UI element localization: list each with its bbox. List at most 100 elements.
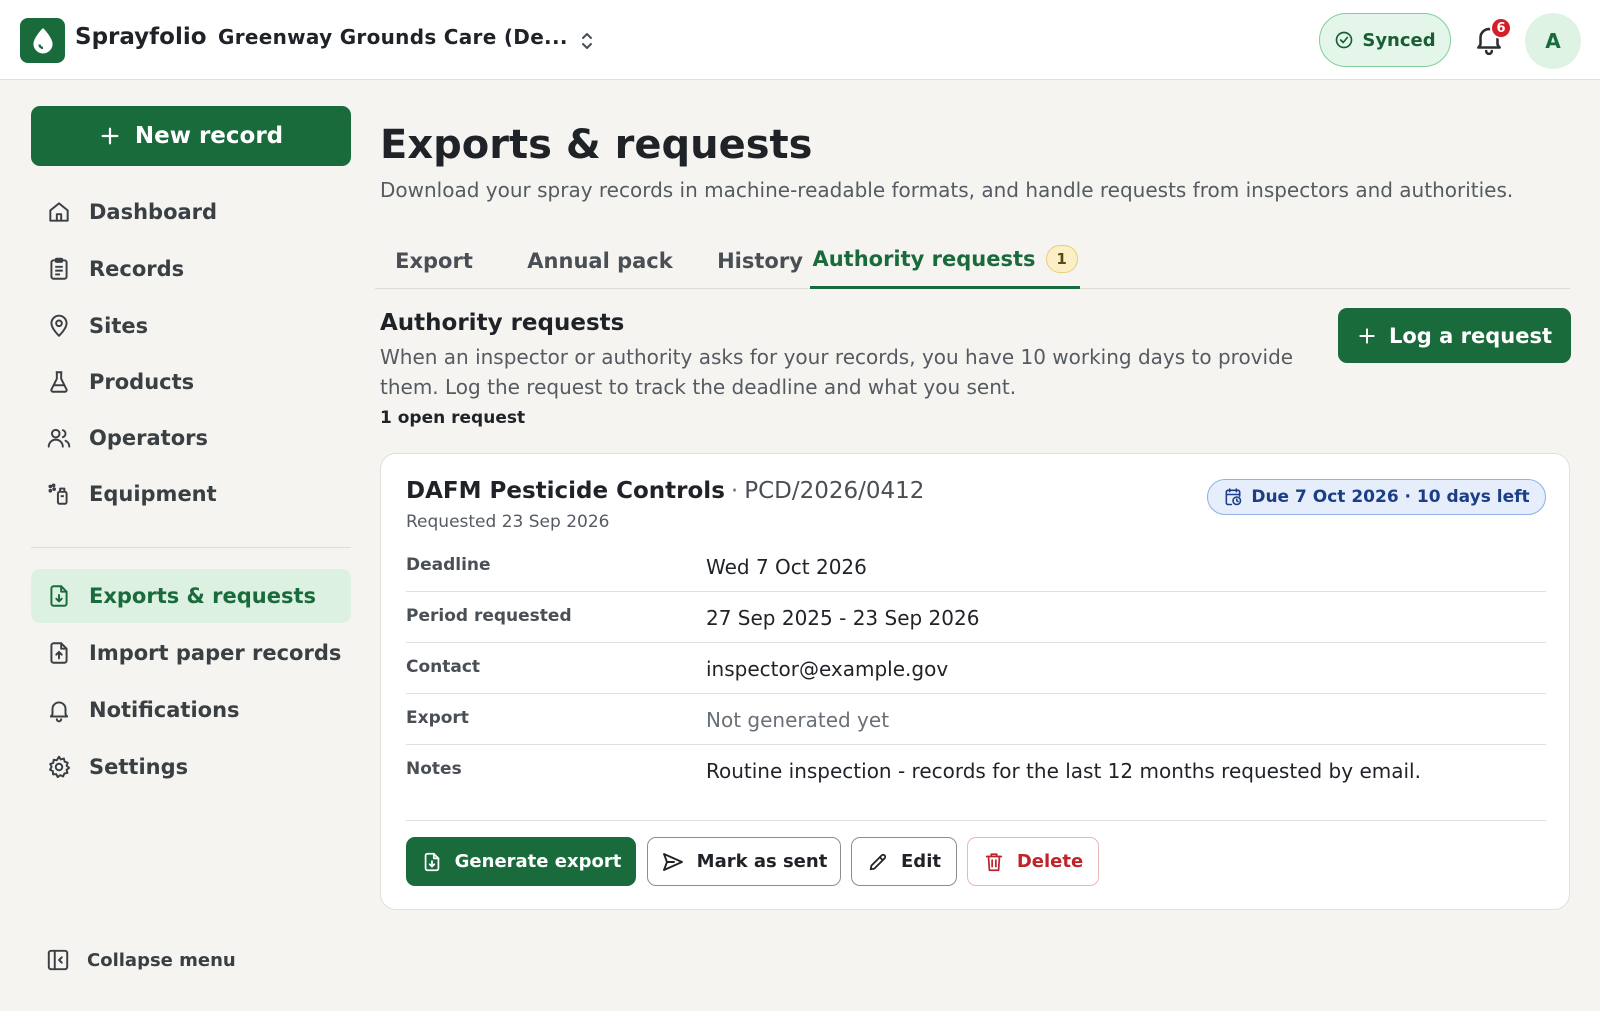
map-pin-icon <box>50 314 68 337</box>
sidebar-item-label: Notifications <box>89 698 240 722</box>
section-description: When an inspector or authority asks for … <box>380 345 1294 399</box>
sidebar-item-import-paper-records[interactable]: Import paper records <box>31 626 351 680</box>
sync-status-label: Synced <box>1362 29 1436 51</box>
detail-value: 27 Sep 2025 - 23 Sep 2026 <box>706 606 980 630</box>
collapse-menu-button[interactable]: Collapse menu <box>31 940 351 980</box>
sidebar-divider <box>31 547 351 548</box>
edit-button[interactable]: Edit <box>851 837 957 886</box>
sidebar-item-exports-requests[interactable]: Exports & requests <box>31 569 351 623</box>
tab-label: Authority requests <box>812 247 1036 271</box>
sidebar-item-notifications[interactable]: Notifications <box>31 683 351 737</box>
top-bar: Sprayfolio Greenway Grounds Care (De... … <box>0 0 1600 80</box>
detail-row-notes: Notes Routine inspection - records for t… <box>406 745 1546 796</box>
sidebar-item-settings[interactable]: Settings <box>31 740 351 794</box>
sidebar-item-label: Import paper records <box>89 641 342 665</box>
plus-icon <box>1359 327 1375 344</box>
send-icon <box>662 852 683 871</box>
tab-history[interactable]: History <box>700 232 820 289</box>
detail-row-export: Export Not generated yet <box>406 694 1546 745</box>
file-download-icon <box>50 585 68 607</box>
sidebar-collapse-icon <box>47 949 69 971</box>
bell-icon <box>49 701 69 723</box>
detail-row-deadline: Deadline Wed 7 Oct 2026 <box>406 541 1546 592</box>
notification-count-badge: 6 <box>1490 17 1512 39</box>
org-switcher-label[interactable]: Greenway Grounds Care (De... <box>218 25 568 49</box>
collapse-menu-label: Collapse menu <box>87 949 236 971</box>
delete-label: Delete <box>1016 851 1084 872</box>
pencil-icon <box>869 853 887 870</box>
detail-value: inspector@example.gov <box>706 657 949 681</box>
request-heading: DAFM Pesticide Controls · PCD/2026/0412 <box>406 478 924 504</box>
request-details: Deadline Wed 7 Oct 2026 Period requested… <box>406 541 1546 796</box>
detail-row-period: Period requested 27 Sep 2025 - 23 Sep 20… <box>406 592 1546 643</box>
sidebar-item-operators[interactable]: Operators <box>31 411 351 465</box>
sync-status-pill[interactable]: Synced <box>1319 13 1451 67</box>
sidebar-item-products[interactable]: Products <box>31 355 351 409</box>
brand-name: Sprayfolio <box>75 24 207 50</box>
sidebar-item-label: Sites <box>89 314 149 338</box>
file-upload-icon <box>50 642 68 664</box>
log-request-label: Log a request <box>1389 323 1552 348</box>
tab-bar: Export Annual pack History Authority req… <box>375 232 1570 289</box>
new-record-button[interactable]: New record <box>31 106 351 166</box>
detail-label: Export <box>406 708 469 728</box>
section-title: Authority requests <box>380 310 625 336</box>
detail-label: Period requested <box>406 606 572 626</box>
tab-count-badge: 1 <box>1045 245 1078 273</box>
detail-value: Not generated yet <box>706 708 890 732</box>
clipboard-icon <box>50 257 68 280</box>
request-authority: DAFM Pesticide Controls <box>406 478 725 504</box>
sidebar-item-equipment[interactable]: Equipment <box>31 467 351 521</box>
request-date: Requested 23 Sep 2026 <box>406 512 610 532</box>
sidebar-item-label: Dashboard <box>89 200 218 224</box>
request-reference: PCD/2026/0412 <box>744 478 925 504</box>
page-subtitle: Download your spray records in machine-r… <box>380 178 1514 202</box>
sidebar-item-label: Exports & requests <box>89 584 317 608</box>
detail-label: Notes <box>406 759 462 779</box>
due-badge-label: Due 7 Oct 2026 · 10 days left <box>1251 487 1530 507</box>
sidebar-item-dashboard[interactable]: Dashboard <box>31 185 351 239</box>
detail-value: Routine inspection - records for the las… <box>706 759 1421 783</box>
sidebar-item-label: Records <box>89 257 185 281</box>
tab-label: History <box>717 248 803 273</box>
detail-value: Wed 7 Oct 2026 <box>706 555 867 579</box>
mark-as-sent-button[interactable]: Mark as sent <box>647 837 841 886</box>
user-avatar[interactable]: A <box>1525 13 1581 69</box>
check-circle-icon <box>1336 31 1353 49</box>
open-request-count: 1 open request <box>380 408 526 428</box>
page-title: Exports & requests <box>380 122 813 168</box>
detail-label: Contact <box>406 657 481 677</box>
generate-export-button[interactable]: Generate export <box>406 837 636 886</box>
users-icon <box>47 428 71 448</box>
detail-label: Deadline <box>406 555 491 575</box>
app-logo[interactable] <box>20 18 65 63</box>
plus-icon <box>101 127 119 145</box>
droplet-icon <box>32 28 53 53</box>
sprayer-icon <box>48 483 68 505</box>
sidebar-item-label: Operators <box>89 426 208 450</box>
tab-export[interactable]: Export <box>375 232 493 289</box>
detail-row-contact: Contact inspector@example.gov <box>406 643 1546 694</box>
sidebar-item-records[interactable]: Records <box>31 242 351 296</box>
new-record-label: New record <box>134 123 284 149</box>
sidebar-item-sites[interactable]: Sites <box>31 299 351 353</box>
tab-annual-pack[interactable]: Annual pack <box>510 232 690 289</box>
tab-label: Export <box>395 248 473 273</box>
edit-label: Edit <box>901 851 941 872</box>
trash-icon <box>985 852 1003 871</box>
delete-button[interactable]: Delete <box>967 837 1099 886</box>
sidebar-item-label: Settings <box>89 755 189 779</box>
chevron-up-down-icon[interactable] <box>578 29 596 53</box>
mark-as-sent-label: Mark as sent <box>696 851 828 872</box>
sidebar-item-label: Equipment <box>89 482 217 506</box>
gear-icon <box>49 755 71 779</box>
calendar-clock-icon <box>1225 488 1242 506</box>
generate-export-label: Generate export <box>454 851 622 872</box>
request-card: DAFM Pesticide Controls · PCD/2026/0412 Re… <box>380 453 1570 910</box>
home-icon <box>49 202 69 222</box>
flask-icon <box>50 371 68 393</box>
tab-authority-requests[interactable]: Authority requests 1 <box>810 232 1080 289</box>
log-request-button[interactable]: Log a request <box>1338 308 1571 363</box>
tab-label: Annual pack <box>527 248 673 273</box>
sidebar-item-label: Products <box>89 370 195 394</box>
